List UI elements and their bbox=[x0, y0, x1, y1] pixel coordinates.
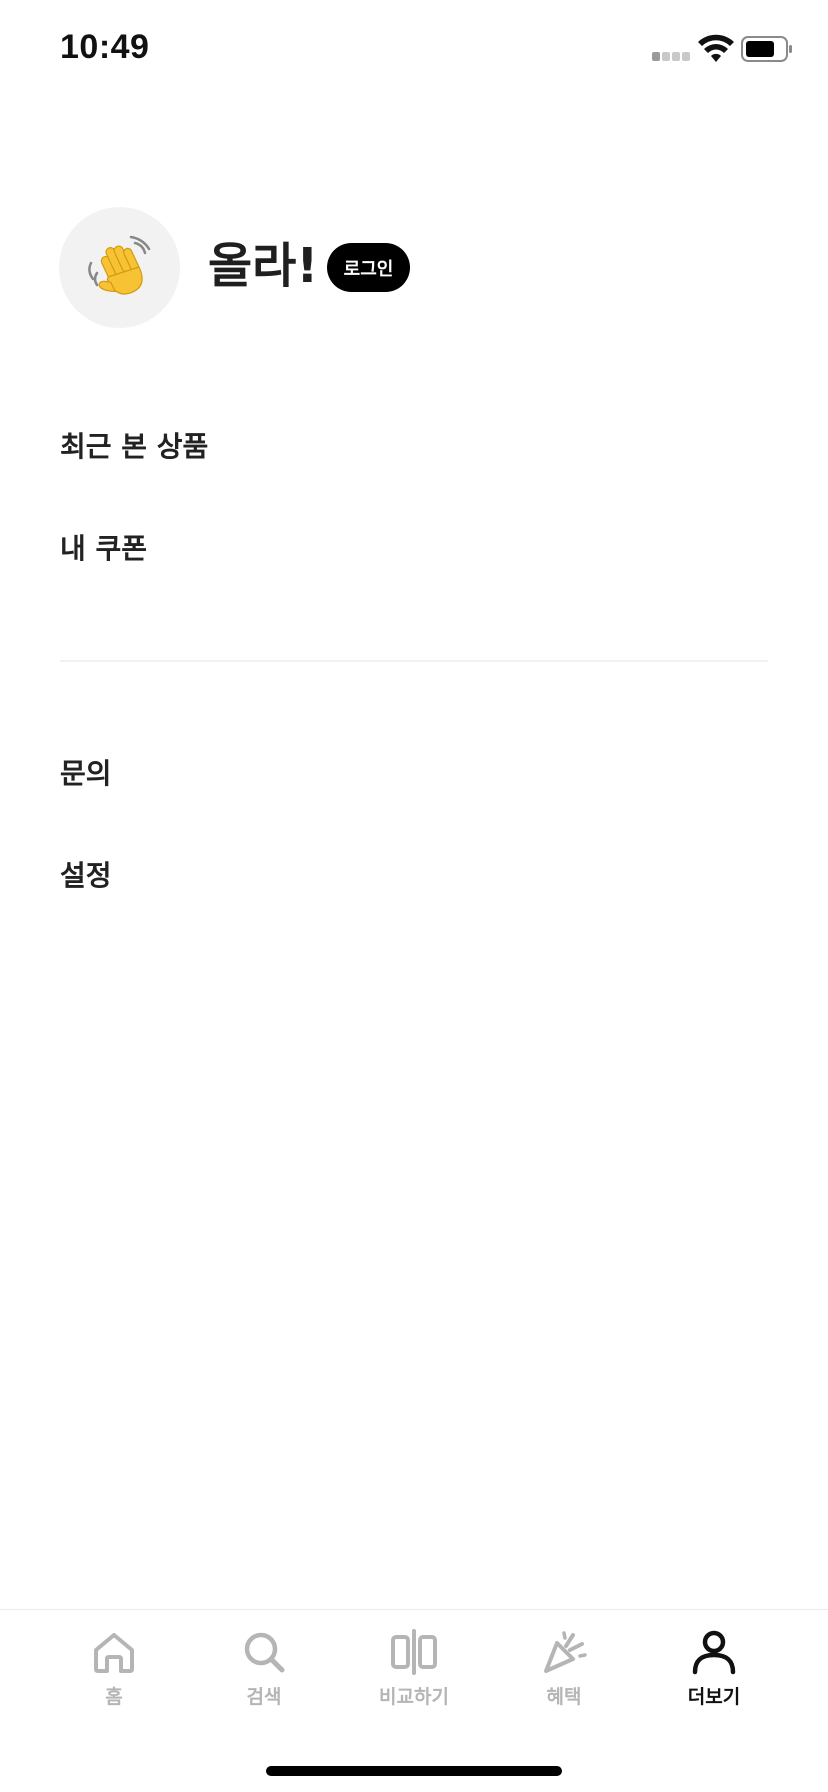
wifi-icon bbox=[698, 34, 734, 62]
tab-benefits-label: 혜택 bbox=[546, 1686, 582, 1708]
tab-home-label: 홈 bbox=[105, 1686, 123, 1708]
status-time: 10:49 bbox=[60, 28, 150, 66]
battery-icon bbox=[741, 36, 792, 62]
home-indicator bbox=[266, 1766, 562, 1776]
search-icon bbox=[244, 1632, 285, 1673]
login-button[interactable]: 로그인 bbox=[327, 243, 410, 292]
tab-bar: 홈 검색 비교하기 혜택 더보기 bbox=[0, 1609, 828, 1792]
waving-hand-icon bbox=[87, 235, 150, 295]
home-icon bbox=[94, 1633, 134, 1673]
tab-benefits[interactable]: 혜택 bbox=[504, 1628, 624, 1718]
party-popper-icon bbox=[544, 1631, 587, 1673]
menu-item-my-coupons[interactable]: 내 쿠폰 bbox=[60, 529, 147, 569]
menu-item-settings[interactable]: 설정 bbox=[60, 856, 112, 896]
tab-search[interactable]: 검색 bbox=[204, 1628, 324, 1718]
more-screen: 10:49 올라! 로그인 최근 본 상품 내 쿠폰 문의 설정 홈 검색 비교… bbox=[0, 0, 828, 1792]
compare-icon bbox=[391, 1629, 437, 1675]
menu-divider bbox=[60, 660, 768, 662]
tab-compare[interactable]: 비교하기 bbox=[354, 1628, 474, 1718]
tab-home[interactable]: 홈 bbox=[54, 1628, 174, 1718]
tab-compare-label: 비교하기 bbox=[379, 1686, 449, 1708]
tab-more[interactable]: 더보기 bbox=[654, 1628, 774, 1718]
menu-item-inquiry[interactable]: 문의 bbox=[60, 754, 112, 794]
status-bar: 10:49 bbox=[0, 0, 828, 100]
tab-search-label: 검색 bbox=[246, 1686, 282, 1708]
menu-item-recently-viewed[interactable]: 최근 본 상품 bbox=[60, 427, 208, 467]
greeting-title: 올라! bbox=[208, 238, 319, 294]
avatar bbox=[59, 207, 180, 328]
tab-more-label: 더보기 bbox=[687, 1686, 741, 1708]
signal-icon bbox=[652, 52, 692, 62]
person-icon bbox=[692, 1630, 736, 1675]
